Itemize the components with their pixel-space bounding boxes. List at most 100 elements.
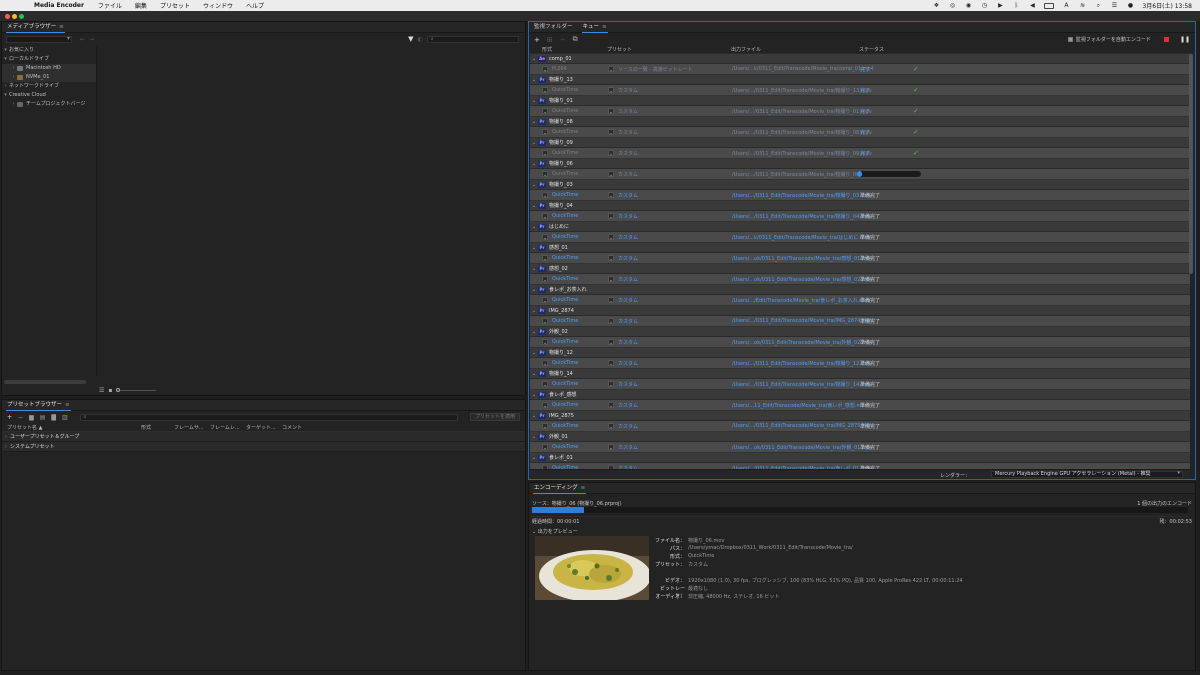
- panel-menu-icon[interactable]: ≡: [581, 485, 586, 491]
- preset-dropdown-icon[interactable]: ⌄: [608, 318, 614, 324]
- output-format[interactable]: QuickTime: [552, 234, 578, 240]
- queue-source-row[interactable]: ⌄ Pr 食レポ_お茶入れ: [530, 285, 1190, 295]
- output-preset[interactable]: カスタム: [618, 444, 638, 451]
- tree-nvme[interactable]: › NVMe_01: [2, 73, 96, 82]
- col-preset-name[interactable]: プリセット名 ▲: [7, 424, 42, 431]
- tab-media-browser[interactable]: メディアブラウザー ≡: [2, 22, 69, 33]
- preset-dropdown-icon[interactable]: ⌄: [608, 150, 614, 156]
- col-comment[interactable]: コメント: [282, 424, 302, 431]
- chevron-down-icon[interactable]: ⌄: [530, 266, 538, 272]
- add-preset-icon[interactable]: +: [7, 414, 12, 421]
- output-format[interactable]: H.264: [552, 66, 567, 72]
- output-preset[interactable]: カスタム: [618, 255, 638, 262]
- format-dropdown-icon[interactable]: ⌄: [542, 234, 548, 240]
- output-format[interactable]: QuickTime: [552, 402, 578, 408]
- format-dropdown-icon[interactable]: ⌄: [542, 87, 548, 93]
- format-dropdown-icon[interactable]: ⌄: [542, 66, 548, 72]
- chevron-down-icon[interactable]: ⌄: [530, 350, 538, 356]
- chevron-down-icon[interactable]: ⌄: [530, 308, 538, 314]
- location-dropdown[interactable]: [6, 35, 72, 43]
- volume-icon[interactable]: ◀: [1028, 2, 1036, 9]
- preset-dropdown-icon[interactable]: ⌄: [608, 66, 614, 72]
- queue-output-row[interactable]: ⌄ QuickTime ⌄ カスタム/Users/.../Edit/Transcode…: [530, 295, 1190, 306]
- queue-source-row[interactable]: ⌄ Pr 物撮り_03: [530, 180, 1190, 190]
- chevron-down-icon[interactable]: ⌄: [530, 413, 538, 419]
- queue-output-row[interactable]: ⌄ QuickTime ⌄ カスタム/Users/...ok/0311_Edit/Tr…: [530, 337, 1190, 348]
- chevron-down-icon[interactable]: ⌄: [530, 56, 538, 62]
- preset-dropdown-icon[interactable]: ⌄: [608, 297, 614, 303]
- queue-output-row[interactable]: ⌄ QuickTime ⌄ カスタム/Users/.../0311_Edit/Tran…: [530, 106, 1190, 117]
- format-dropdown-icon[interactable]: ⌄: [542, 444, 548, 450]
- tree-local-drives[interactable]: ▾ ローカルドライブ: [2, 55, 96, 64]
- control-center-icon[interactable]: ☰: [1110, 2, 1118, 9]
- queue-output-row[interactable]: ⌄ QuickTime ⌄ カスタム/Users/...ok/0311_Edit/Tr…: [530, 274, 1190, 285]
- queue-output-row[interactable]: ⌄ QuickTime ⌄ カスタム/Users/...11_Edit/Transco…: [530, 400, 1190, 411]
- forward-arrow-icon[interactable]: →: [89, 36, 94, 43]
- output-file-path[interactable]: /Users/...ok/0311_Edit/Transcode/Movie_t…: [732, 276, 873, 283]
- output-format[interactable]: QuickTime: [552, 129, 578, 135]
- output-file-path[interactable]: /Users/...ok/0311_Edit/Transcode/Movie_t…: [732, 444, 873, 451]
- chevron-down-icon[interactable]: ⌄: [530, 245, 538, 251]
- preset-group-user[interactable]: › ユーザープリセット＆グループ: [2, 432, 525, 442]
- chevron-down-icon[interactable]: ⌄: [530, 119, 538, 125]
- queue-output-row[interactable]: ⌄ QuickTime ⌄ カスタム/Users/.../0311_Edit/Tran…: [530, 211, 1190, 222]
- output-format[interactable]: QuickTime: [552, 276, 578, 282]
- output-preset[interactable]: カスタム: [618, 171, 638, 178]
- output-format[interactable]: QuickTime: [552, 255, 578, 261]
- output-format[interactable]: QuickTime: [552, 150, 578, 156]
- remove-icon[interactable]: −: [560, 36, 566, 44]
- output-preset[interactable]: カスタム: [618, 318, 638, 325]
- clock-icon[interactable]: ◷: [980, 2, 988, 9]
- queue-output-row[interactable]: ⌄ QuickTime ⌄ カスタム/Users/.../0311_Edit/Tran…: [530, 127, 1190, 138]
- preset-dropdown-icon[interactable]: ⌄: [608, 108, 614, 114]
- queue-scrollbar[interactable]: [1189, 54, 1193, 274]
- output-preset[interactable]: カスタム: [618, 360, 638, 367]
- media-search-input[interactable]: ⌕: [426, 35, 519, 43]
- back-arrow-icon[interactable]: ←: [80, 36, 85, 43]
- queue-output-row[interactable]: ⌄ QuickTime ⌄ カスタム/Users/.../0311_Edit/Tran…: [530, 379, 1190, 390]
- auto-encode-checkbox[interactable]: [1067, 37, 1073, 42]
- tree-network-drives[interactable]: › ネットワークドライブ: [2, 82, 96, 91]
- export-icon[interactable]: ▥: [62, 414, 68, 421]
- queue-output-row[interactable]: ⌄ QuickTime ⌄ カスタム/Users/...k/0311_Edit/Tra…: [530, 232, 1190, 243]
- pause-queue-button[interactable]: ❚❚: [1180, 36, 1190, 43]
- slider-handle[interactable]: [116, 388, 121, 392]
- siri-icon[interactable]: ●: [1126, 2, 1134, 9]
- output-file-path[interactable]: /Users/.../0311_Edit/Transcode/Movie_tra…: [732, 192, 872, 199]
- renderer-dropdown[interactable]: Mercury Playback Engine GPU アクセラレーション (M…: [991, 471, 1183, 478]
- preset-dropdown-icon[interactable]: ⌄: [608, 171, 614, 177]
- import-icon[interactable]: ▇: [51, 414, 56, 421]
- format-dropdown-icon[interactable]: ⌄: [542, 150, 548, 156]
- queue-output-row[interactable]: ⌄ QuickTime ⌄ カスタム/Users/.../0311_Edit/Tran…: [530, 85, 1190, 96]
- wifi-icon[interactable]: ≋: [1078, 2, 1086, 9]
- output-format[interactable]: QuickTime: [552, 171, 578, 177]
- new-group-icon[interactable]: ▆: [29, 414, 34, 421]
- tree-creative-cloud[interactable]: ▾ Creative Cloud: [2, 91, 96, 100]
- col-format[interactable]: 形式: [141, 424, 151, 431]
- queue-source-row[interactable]: ⌄ Pr 外観_02: [530, 327, 1190, 337]
- queue-source-row[interactable]: ⌄ Pr 物撮り_09: [530, 138, 1190, 148]
- preset-dropdown-icon[interactable]: ⌄: [608, 402, 614, 408]
- output-preset[interactable]: カスタム: [618, 129, 638, 136]
- output-file-path[interactable]: /Users/.../0311_Edit/Transcode/Movie_tra…: [732, 360, 872, 367]
- preset-dropdown-icon[interactable]: ⌄: [608, 339, 614, 345]
- output-preset[interactable]: カスタム: [618, 381, 638, 388]
- output-file-path[interactable]: /Users/...k/0311_Edit/Transcode/Movie_tr…: [732, 234, 871, 241]
- chevron-down-icon[interactable]: ⌄: [530, 392, 538, 398]
- chevron-down-icon[interactable]: ⌄: [530, 455, 538, 461]
- spotlight-icon[interactable]: ⌕: [1094, 2, 1102, 9]
- format-dropdown-icon[interactable]: ⌄: [542, 255, 548, 261]
- minimize-window-button[interactable]: [12, 14, 17, 19]
- preset-dropdown-icon[interactable]: ⌄: [608, 87, 614, 93]
- tab-watch-folders[interactable]: 監視フォルダー: [529, 22, 578, 33]
- preset-group-system[interactable]: › システムプリセット: [2, 442, 525, 452]
- output-file-path[interactable]: /Users/...k/0311_Edit/Transcode/Movie_tr…: [732, 66, 874, 72]
- queue-output-row[interactable]: ⌄ H.264 ⌄ ソースの一致 - 高速ビットレート/Users/...k/0311…: [530, 64, 1190, 75]
- preset-dropdown-icon[interactable]: ⌄: [608, 360, 614, 366]
- output-file-path[interactable]: /Users/.../0311_Edit/Transcode/Movie_tra…: [732, 318, 874, 324]
- queue-source-row[interactable]: ⌄ Pr はじめに: [530, 222, 1190, 232]
- chevron-down-icon[interactable]: ⌄: [530, 287, 538, 293]
- queue-output-row[interactable]: ⌄ QuickTime ⌄ カスタム/Users/.../0311_Edit/Tran…: [530, 169, 1190, 180]
- output-preset[interactable]: カスタム: [618, 192, 638, 199]
- col-target[interactable]: ターゲット...: [246, 424, 276, 431]
